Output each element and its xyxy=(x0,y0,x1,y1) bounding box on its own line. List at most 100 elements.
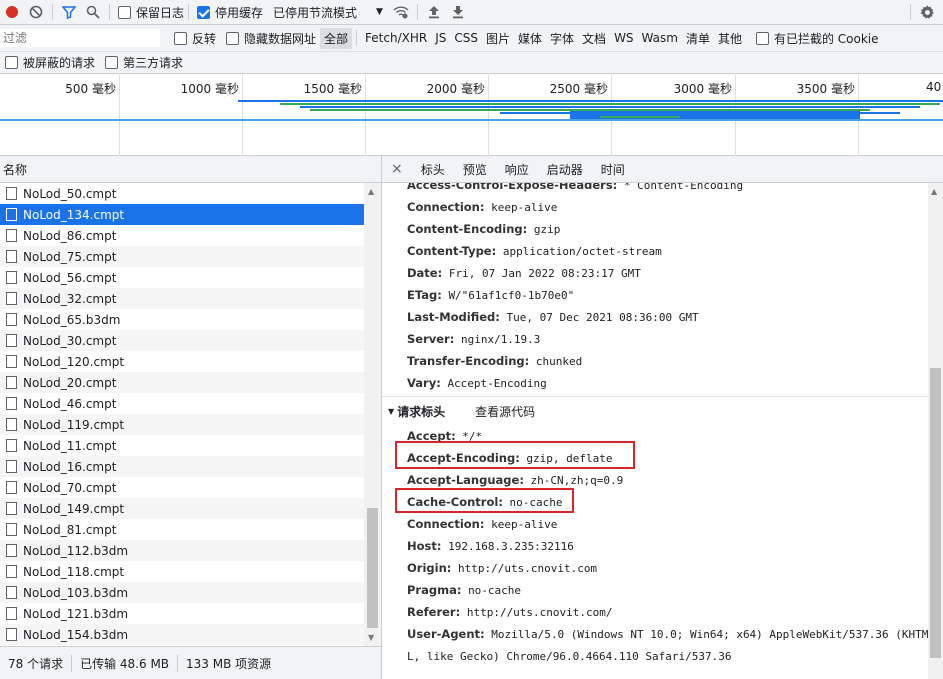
scroll-up-icon[interactable]: ▲ xyxy=(931,187,937,196)
request-row[interactable]: NoLod_154.b3dm xyxy=(0,624,364,645)
request-row[interactable]: NoLod_134.cmpt xyxy=(0,204,364,225)
request-row[interactable]: NoLod_70.cmpt xyxy=(0,477,364,498)
request-row[interactable]: NoLod_149.cmpt xyxy=(0,498,364,519)
scroll-up-icon[interactable]: ▲ xyxy=(368,187,374,196)
type-filter-img[interactable]: 图片 xyxy=(482,28,514,49)
search-icon[interactable] xyxy=(81,0,105,24)
request-row[interactable]: NoLod_30.cmpt xyxy=(0,330,364,351)
type-filter-ws[interactable]: WS xyxy=(610,29,637,47)
tick-label: 3500 毫秒 xyxy=(796,82,855,96)
request-row[interactable]: NoLod_112.b3dm xyxy=(0,540,364,561)
checkbox-box[interactable] xyxy=(118,5,131,19)
checkbox-box[interactable] xyxy=(5,56,18,69)
request-name: NoLod_65.b3dm xyxy=(23,312,121,327)
tab-headers[interactable]: 标头 xyxy=(412,161,454,178)
request-row[interactable]: NoLod_103.b3dm xyxy=(0,582,364,603)
clear-icon[interactable] xyxy=(24,0,48,24)
record-icon[interactable] xyxy=(0,0,24,24)
disable-cache-checkbox[interactable]: 停用缓存 xyxy=(197,4,263,21)
detail-scrollbar[interactable]: ▲ xyxy=(928,183,943,679)
view-source-link[interactable]: 查看源代码 xyxy=(475,403,535,420)
type-filter-media[interactable]: 媒体 xyxy=(514,28,546,49)
tab-timing[interactable]: 时间 xyxy=(592,161,634,178)
list-scrollbar[interactable]: ▲ ▼ xyxy=(364,183,381,646)
request-row[interactable]: NoLod_11.cmpt xyxy=(0,435,364,456)
type-filter-js[interactable]: JS xyxy=(431,29,450,47)
list-header[interactable]: 名称 xyxy=(0,156,381,183)
detail-scroll-thumb[interactable] xyxy=(930,368,941,658)
header-value: L, like Gecko) Chrome/96.0.4664.110 Safa… xyxy=(407,650,732,663)
request-name: NoLod_119.cmpt xyxy=(23,417,125,432)
tick-line: 500 毫秒 xyxy=(65,75,120,156)
checkbox-box[interactable] xyxy=(105,56,119,69)
request-name: NoLod_46.cmpt xyxy=(23,396,117,411)
close-icon[interactable]: × xyxy=(382,161,412,177)
throttling-select[interactable]: 已停用节流模式 ▼ xyxy=(273,4,383,21)
request-name: NoLod_11.cmpt xyxy=(23,438,117,453)
detail-tabs: × 标头 预览 响应 启动器 时间 xyxy=(382,156,943,183)
blocked-requests-checkbox[interactable]: 被屏蔽的请求 xyxy=(5,54,95,71)
tab-response[interactable]: 响应 xyxy=(496,161,538,178)
hide-data-urls-label: 隐藏数据网址 xyxy=(244,31,317,46)
request-row[interactable]: NoLod_121.b3dm xyxy=(0,603,364,624)
download-icon[interactable] xyxy=(446,0,470,24)
type-filter-manifest[interactable]: 清单 xyxy=(682,28,714,49)
tick-label: 40 xyxy=(926,80,942,94)
request-row[interactable]: NoLod_86.cmpt xyxy=(0,225,364,246)
checkbox-box[interactable] xyxy=(197,5,211,19)
checkbox-box[interactable] xyxy=(226,31,240,45)
type-filter-font[interactable]: 字体 xyxy=(546,28,578,49)
section-toggle[interactable]: ▼ 请求标头 xyxy=(388,403,445,420)
list-scroll-thumb[interactable] xyxy=(367,508,378,628)
header-row: ETag: W/"61af1cf0-1b70e0" xyxy=(407,288,574,303)
request-row[interactable]: NoLod_46.cmpt xyxy=(0,393,364,414)
file-icon xyxy=(6,628,17,641)
highlight-box xyxy=(395,441,635,469)
request-row[interactable]: NoLod_20.cmpt xyxy=(0,372,364,393)
header-value: no-cache xyxy=(468,584,522,597)
request-row[interactable]: NoLod_65.b3dm xyxy=(0,309,364,330)
request-row[interactable]: NoLod_32.cmpt xyxy=(0,288,364,309)
request-row[interactable]: NoLod_56.cmpt xyxy=(0,267,364,288)
type-filter-css[interactable]: CSS xyxy=(450,29,482,47)
blocked-cookies-checkbox[interactable]: 有已拦截的 Cookie xyxy=(755,30,879,47)
overview-timeline[interactable]: 500 毫秒 1000 毫秒 1500 毫秒 2000 毫秒 2500 毫秒 3… xyxy=(0,75,943,156)
tick-label: 1500 毫秒 xyxy=(303,82,362,96)
filter-input[interactable] xyxy=(0,29,160,47)
request-row[interactable]: NoLod_119.cmpt xyxy=(0,414,364,435)
request-row[interactable]: NoLod_118.cmpt xyxy=(0,561,364,582)
toolbar-divider xyxy=(910,4,911,20)
header-key: Content-Encoding: xyxy=(407,222,528,236)
upload-icon[interactable] xyxy=(422,0,446,24)
type-filter-all[interactable]: 全部 xyxy=(320,27,353,49)
triangle-down-icon: ▼ xyxy=(388,407,395,416)
type-filter-wasm[interactable]: Wasm xyxy=(638,29,682,47)
tab-initiator[interactable]: 启动器 xyxy=(538,161,592,178)
filter-icon[interactable] xyxy=(57,0,81,24)
third-party-checkbox[interactable]: 第三方请求 xyxy=(105,54,183,71)
request-row[interactable]: NoLod_75.cmpt xyxy=(0,246,364,267)
type-filter-doc[interactable]: 文档 xyxy=(578,28,610,49)
network-conditions-icon[interactable] xyxy=(389,0,413,24)
header-key: Access-Control-Expose-Headers: xyxy=(407,183,618,192)
request-row[interactable]: NoLod_120.cmpt xyxy=(0,351,364,372)
header-value: Tue, 07 Dec 2021 08:36:00 GMT xyxy=(506,311,699,324)
hide-data-urls-checkbox[interactable]: 隐藏数据网址 xyxy=(226,30,316,47)
request-name: NoLod_154.b3dm xyxy=(23,627,129,642)
checkbox-box[interactable] xyxy=(755,31,769,45)
tick-line: 2000 毫秒 xyxy=(427,75,489,156)
request-row[interactable]: NoLod_16.cmpt xyxy=(0,456,364,477)
tab-preview[interactable]: 预览 xyxy=(454,161,496,178)
file-icon xyxy=(6,523,17,536)
request-row[interactable]: NoLod_50.cmpt xyxy=(0,183,364,204)
type-filter-fetch[interactable]: Fetch/XHR xyxy=(361,29,431,47)
preserve-log-checkbox[interactable]: 保留日志 xyxy=(118,4,184,21)
invert-checkbox[interactable]: 反转 xyxy=(174,30,216,47)
request-row[interactable]: NoLod_81.cmpt xyxy=(0,519,364,540)
header-row: Origin: http://uts.cnovit.com xyxy=(407,561,597,576)
gear-icon[interactable] xyxy=(915,0,939,24)
request-headers-section[interactable]: ▼ 请求标头 查看源代码 xyxy=(382,396,928,426)
type-filter-other[interactable]: 其他 xyxy=(714,28,746,49)
checkbox-box[interactable] xyxy=(174,31,187,45)
scroll-down-icon[interactable]: ▼ xyxy=(368,633,374,642)
